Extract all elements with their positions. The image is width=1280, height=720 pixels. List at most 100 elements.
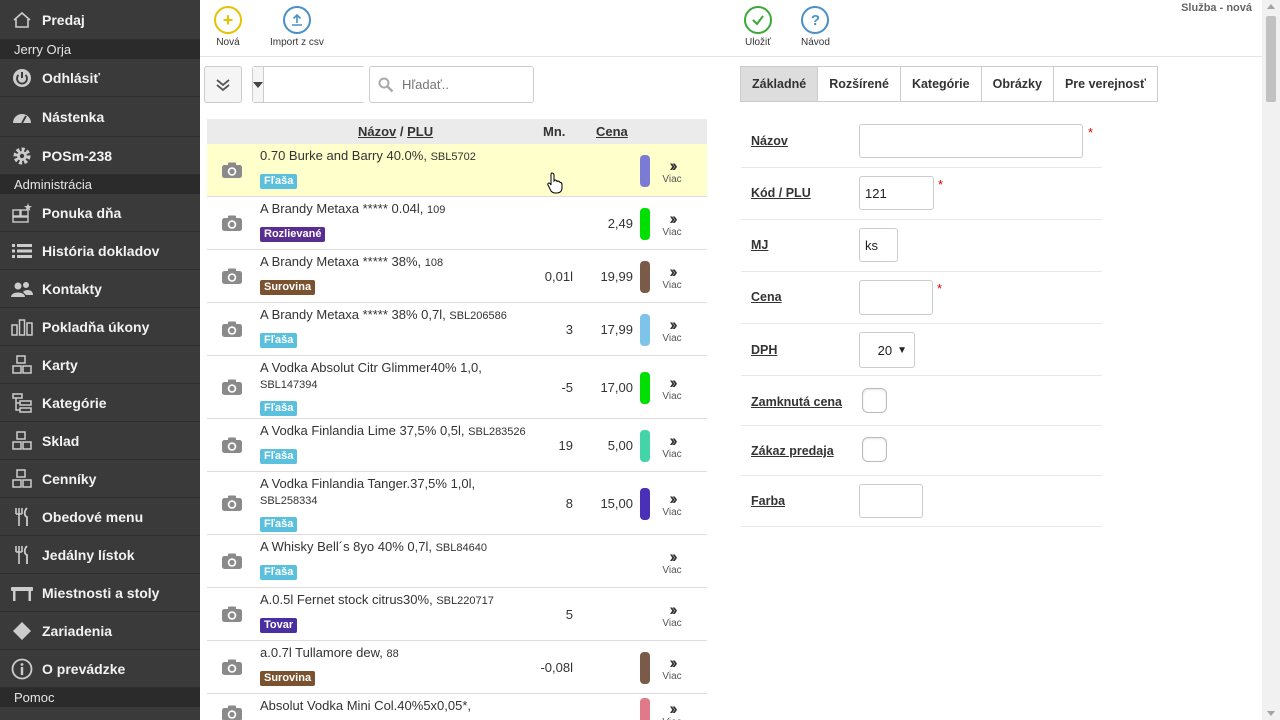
tab-images[interactable]: Obrázky [980, 66, 1054, 102]
sidebar-item-warehouse[interactable]: Sklad [0, 422, 200, 460]
row-more-button[interactable]: ›› Viac [657, 316, 687, 344]
boxes-icon [10, 354, 34, 376]
row-more-label: Viac [662, 390, 682, 402]
column-header-name[interactable]: Názov / PLU [358, 124, 433, 139]
camera-icon[interactable] [221, 605, 243, 626]
camera-icon[interactable] [221, 494, 243, 515]
table-row[interactable]: A Brandy Metaxa ***** 0.04l, 109 Rozlieva… [207, 197, 707, 250]
table-row[interactable]: A Vodka Finlandia Tanger.37,5% 1,0l, SBL2… [207, 472, 707, 535]
row-more-button[interactable]: ›› Viac [657, 601, 687, 629]
table-row[interactable]: A.0.5l Fernet stock citrus30%, SBL220717… [207, 588, 707, 641]
unit-field[interactable] [859, 228, 898, 262]
product-color-swatch [640, 429, 650, 462]
price-field[interactable] [859, 280, 933, 315]
row-more-button[interactable]: ›› Viac [657, 430, 687, 460]
sidebar-item-label: Miestnosti a stoly [42, 584, 160, 601]
sidebar-item-lunch-menu[interactable]: Obedové menu [0, 498, 200, 536]
camera-icon[interactable] [221, 658, 243, 679]
sidebar-item-contacts[interactable]: Kontakty [0, 270, 200, 308]
new-button[interactable]: + Nová [214, 6, 242, 48]
page-scrollbar[interactable] [1262, 0, 1280, 720]
table-row[interactable]: A Brandy Metaxa ***** 38%, 108 Surovina 0,… [207, 250, 707, 303]
sidebar-item-menu-card[interactable]: Jedálny lístok [0, 536, 200, 574]
camera-icon[interactable] [221, 378, 243, 399]
tab-public[interactable]: Pre verejnosť [1052, 66, 1158, 102]
form-row-locked-price: Zamknutá cena [741, 376, 1102, 426]
column-name-label[interactable]: Názov [358, 124, 396, 139]
table-row[interactable]: A Vodka Absolut Citr Glimmer40% 1,0, SBL1… [207, 356, 707, 419]
guide-button[interactable]: ? Návod [801, 6, 830, 48]
tab-extended[interactable]: Rozšírené [817, 66, 901, 102]
camera-icon[interactable] [221, 267, 243, 288]
sidebar-item-categories[interactable]: Kategórie [0, 384, 200, 422]
double-chevron-right-icon: ›› [669, 652, 677, 672]
sale-ban-checkbox[interactable] [862, 437, 887, 462]
name-field[interactable] [859, 124, 1083, 158]
price-list-icon [10, 468, 34, 490]
save-button[interactable]: Uložiť [744, 6, 772, 48]
table-row[interactable]: A Brandy Metaxa ***** 38% 0,7l, SBL20658… [207, 303, 707, 356]
required-marker: * [1088, 125, 1094, 140]
double-chevron-right-icon: ›› [669, 430, 677, 450]
filter-dropdown [252, 66, 441, 103]
column-plu-label[interactable]: PLU [407, 124, 433, 139]
filter-dropdown-button[interactable] [253, 67, 264, 102]
scrollbar-thumb[interactable] [1266, 16, 1276, 102]
row-more-button[interactable]: ›› Viac [657, 263, 687, 291]
import-csv-button[interactable]: Import z csv [270, 6, 324, 48]
sidebar-admin-header: Administrácia [0, 175, 200, 194]
column-header-price[interactable]: Cena [596, 124, 628, 139]
row-more-button[interactable]: ›› Viac [657, 548, 687, 576]
row-more-button[interactable]: ›› Viac [657, 210, 687, 238]
camera-icon[interactable] [221, 436, 243, 457]
scroll-up-arrow-icon[interactable] [1267, 4, 1275, 9]
row-more-button[interactable]: ›› Viac [657, 490, 687, 518]
sidebar-item-predaj[interactable]: Predaj [0, 0, 200, 40]
row-more-button[interactable]: ›› Viac [657, 652, 687, 682]
product-quantity: 19 [558, 437, 573, 453]
sidebar-item-register[interactable]: Pokladňa úkony [0, 308, 200, 346]
row-more-button[interactable]: ›› Viac [657, 700, 687, 720]
sidebar-item-devices[interactable]: Zariadenia [0, 612, 200, 650]
sidebar-item-cards[interactable]: Karty [0, 346, 200, 384]
tab-categories[interactable]: Kategórie [899, 66, 982, 102]
row-more-button[interactable]: ›› Viac [657, 374, 687, 402]
form-row-unit: MJ [741, 220, 1102, 272]
color-picker[interactable] [859, 484, 923, 518]
table-row[interactable]: A Whisky Bell´s 8yo 40% 0,7l, SBL84640 Fľ… [207, 535, 707, 588]
collapse-toggle-button[interactable] [204, 66, 242, 103]
sidebar-item-daily-offer[interactable]: Ponuka dňa [0, 194, 200, 232]
camera-icon[interactable] [221, 552, 243, 573]
tab-basic[interactable]: Základné [740, 66, 819, 102]
product-name-text: A Vodka Finlandia Tanger.37,5% 1,0l, [260, 476, 476, 491]
search-input[interactable] [402, 77, 522, 92]
sidebar-item-history[interactable]: História dokladov [0, 232, 200, 270]
sidebar-item-label: Obedové menu [42, 508, 144, 525]
camera-icon[interactable] [221, 320, 243, 341]
code-field[interactable] [859, 176, 934, 210]
locked-price-checkbox[interactable] [862, 388, 887, 413]
sidebar-item-price-lists[interactable]: Cenníky [0, 460, 200, 498]
row-more-label: Viac [662, 332, 682, 344]
table-row[interactable]: a.0.7l Tullamore dew, 88 Surovina -0,08l ››… [207, 641, 707, 694]
vat-select[interactable]: 20 ▼ [859, 332, 915, 368]
table-row[interactable]: A Vodka Finlandia Lime 37,5% 0,5l, SBL28… [207, 419, 707, 472]
form-row-code: Kód / PLU * [741, 168, 1102, 220]
sidebar-item-dashboard[interactable]: Nástenka [0, 97, 200, 137]
sidebar-item-logout[interactable]: Odhlásiť [0, 59, 200, 97]
row-more-button[interactable]: ›› Viac [657, 157, 687, 185]
scroll-down-arrow-icon[interactable] [1267, 711, 1275, 716]
sidebar-item-label: História dokladov [42, 242, 160, 259]
camera-icon[interactable] [221, 214, 243, 235]
sale-ban-label: Zákaz predaja [751, 444, 834, 458]
table-row[interactable]: 0.70 Burke and Barry 40.0%, SBL5702 Fľaša… [207, 144, 707, 197]
camera-icon[interactable] [221, 704, 243, 720]
sidebar-item-rooms-tables[interactable]: Miestnosti a stoly [0, 574, 200, 612]
sidebar-item-about[interactable]: O prevádzke [0, 650, 200, 688]
power-icon [10, 67, 34, 89]
camera-icon[interactable] [221, 161, 243, 182]
sidebar-item-device[interactable]: POSm-238 [0, 137, 200, 175]
table-row[interactable]: Absolut Vodka Mini Col.40%5x0,05*, ›› Via… [207, 694, 707, 720]
product-name-text: A Vodka Absolut Citr Glimmer40% 1,0, [260, 360, 482, 375]
product-name: A Brandy Metaxa ***** 0.04l, 109 [260, 201, 535, 218]
